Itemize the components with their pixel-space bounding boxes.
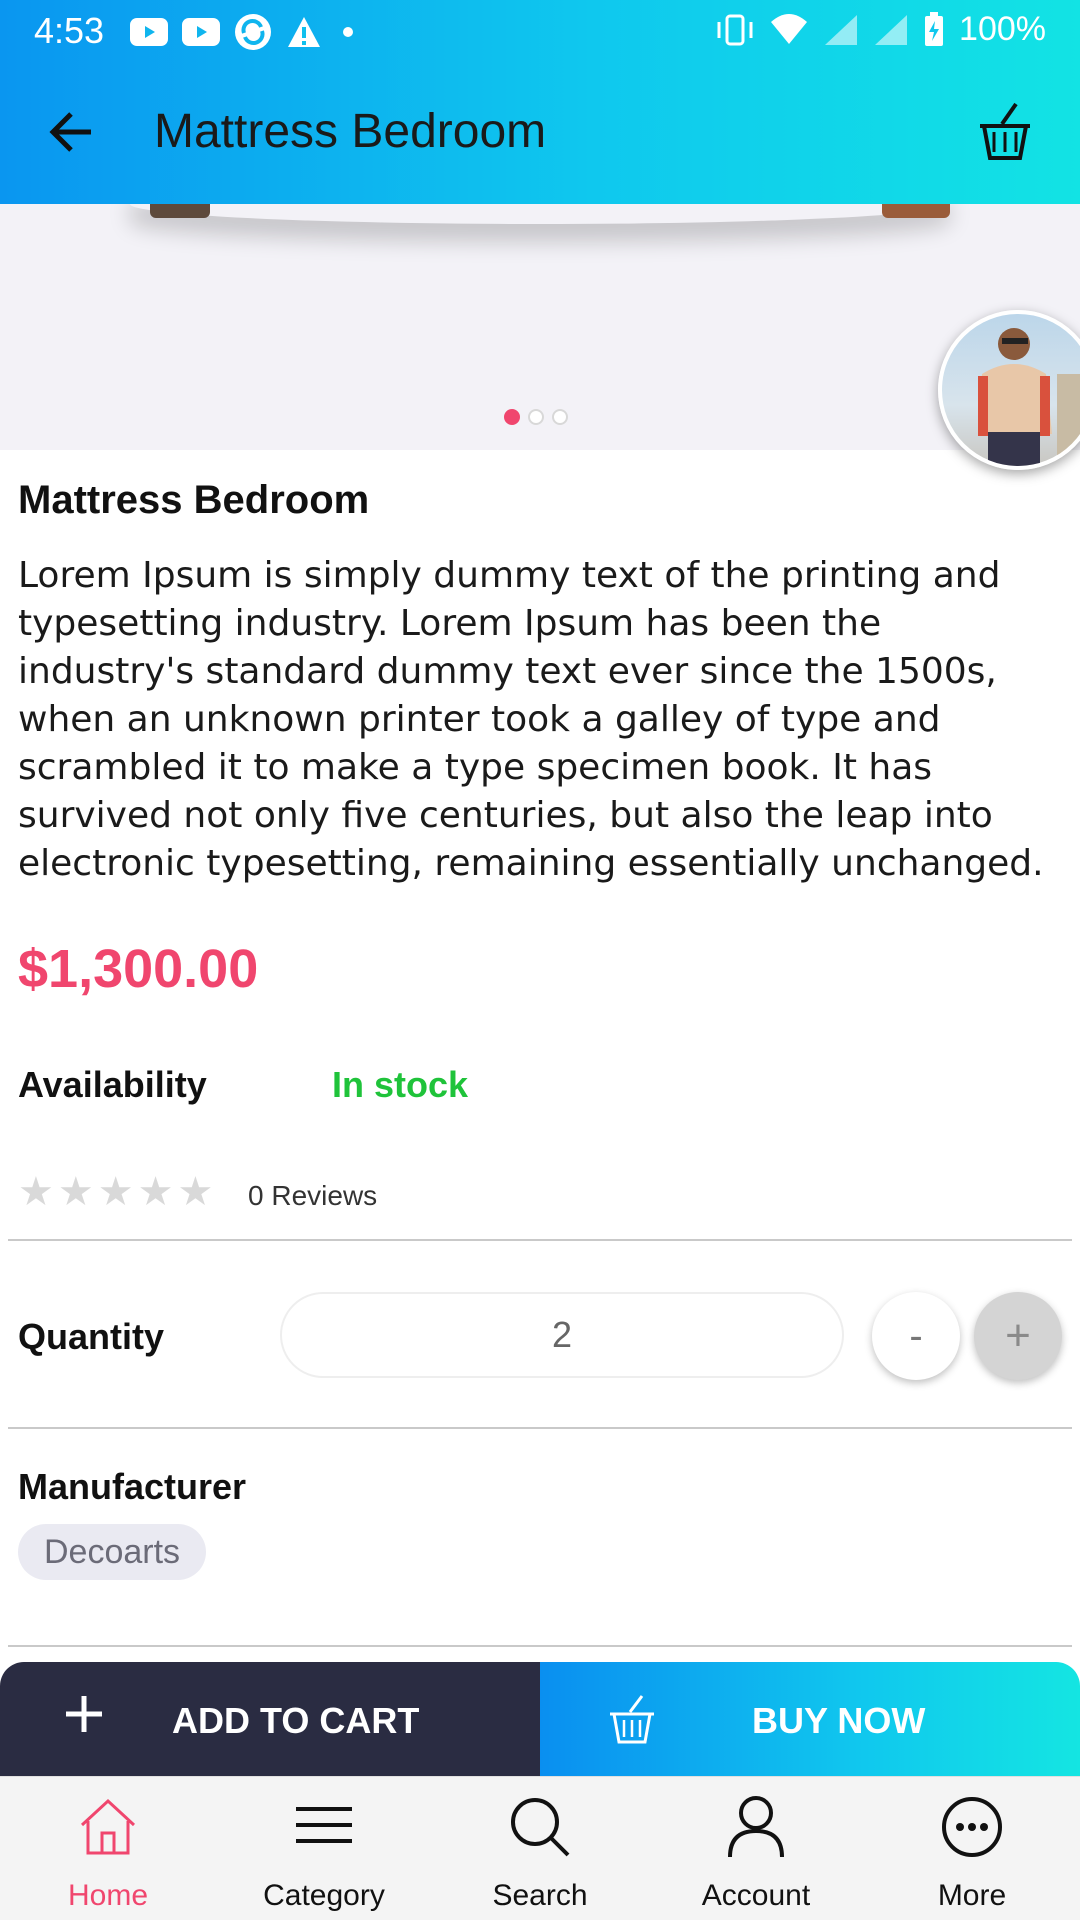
nav-item-search[interactable]: Search [432, 1777, 648, 1920]
nav-label: Category [263, 1879, 385, 1912]
nav-item-category[interactable]: Category [216, 1777, 432, 1920]
youtube-icon [182, 18, 220, 46]
availability-status: In stock [332, 1064, 469, 1105]
quantity-label: Quantity [18, 1316, 165, 1357]
bed-leg [882, 204, 950, 218]
menu-icon [296, 1807, 352, 1843]
basket-icon[interactable] [970, 98, 1040, 168]
quantity-decrease-button[interactable]: - [872, 1292, 960, 1380]
search-icon [511, 1798, 570, 1857]
buy-now-label: BUY NOW [752, 1700, 926, 1741]
status-right: 100% [715, 10, 1046, 49]
person-photo [978, 328, 1080, 466]
nav-item-home[interactable]: Home [0, 1777, 216, 1920]
battery-icon [925, 11, 944, 46]
rating-stars[interactable]: ★ ★ ★ ★ ★ [18, 1172, 213, 1212]
buy-now-button[interactable]: BUY NOW [540, 1662, 1080, 1776]
dot-icon [343, 27, 353, 37]
basket-icon [610, 1695, 654, 1744]
page-title: Mattress Bedroom [154, 105, 547, 158]
wifi-icon [771, 13, 808, 44]
status-bar: 4:53 100% [0, 0, 1080, 62]
nav-label: Account [701, 1879, 811, 1912]
nav-label: Search [492, 1879, 588, 1912]
account-icon [728, 1796, 784, 1858]
product-price: $1,300.00 [18, 939, 259, 999]
back-button[interactable] [36, 100, 106, 164]
add-to-cart-label: ADD TO CART [172, 1700, 420, 1741]
star-icon: ★ [137, 1170, 174, 1214]
manufacturer-label: Manufacturer [18, 1466, 247, 1507]
product-description: Lorem Ipsum is simply dummy text of the … [18, 555, 1044, 884]
vibrate-icon [717, 14, 753, 45]
carousel-dot-active[interactable] [504, 409, 520, 425]
status-time: 4:53 [34, 10, 105, 51]
bottom-navigation: Home Category Search Account More [0, 1776, 1080, 1920]
carousel-indicator [504, 409, 568, 425]
battery-percent: 100% [959, 10, 1046, 48]
carousel-dot[interactable] [552, 409, 568, 425]
manufacturer-chip[interactable]: Decoarts [18, 1524, 207, 1580]
star-icon: ★ [177, 1170, 214, 1214]
divider [8, 1239, 1072, 1241]
header: 4:53 100% Mattress Bedroom [0, 0, 1080, 204]
reviews-count[interactable]: 0 Reviews [248, 1180, 377, 1212]
star-icon: ★ [57, 1170, 94, 1214]
arrow-left-icon [49, 112, 91, 152]
app-bar: Mattress Bedroom [0, 62, 1080, 204]
plus-icon [66, 1696, 102, 1732]
quantity-input[interactable]: 2 [280, 1292, 844, 1378]
product-image [130, 204, 950, 224]
product-name: Mattress Bedroom [18, 478, 370, 522]
signal-icon [825, 14, 858, 45]
youtube-icon [130, 18, 168, 46]
signal-icon [875, 14, 908, 45]
divider [8, 1427, 1072, 1429]
availability-label: Availability [18, 1064, 207, 1105]
more-icon [942, 1797, 1002, 1857]
carousel-dot[interactable] [528, 409, 544, 425]
star-icon: ★ [18, 1170, 54, 1214]
nav-item-more[interactable]: More [864, 1777, 1080, 1920]
bed-leg [150, 204, 210, 218]
warning-icon [288, 17, 320, 47]
add-to-cart-button[interactable]: ADD TO CART [0, 1662, 540, 1776]
sync-app-icon [235, 14, 271, 50]
home-icon [80, 1798, 136, 1855]
product-image-carousel[interactable] [0, 204, 1080, 450]
divider [8, 1645, 1072, 1647]
quantity-increase-button[interactable]: + [974, 1292, 1062, 1380]
star-icon: ★ [97, 1170, 134, 1214]
nav-label: Home [67, 1879, 149, 1912]
nav-item-account[interactable]: Account [648, 1777, 864, 1920]
notification-icons [130, 12, 360, 52]
nav-label: More [937, 1879, 1007, 1912]
